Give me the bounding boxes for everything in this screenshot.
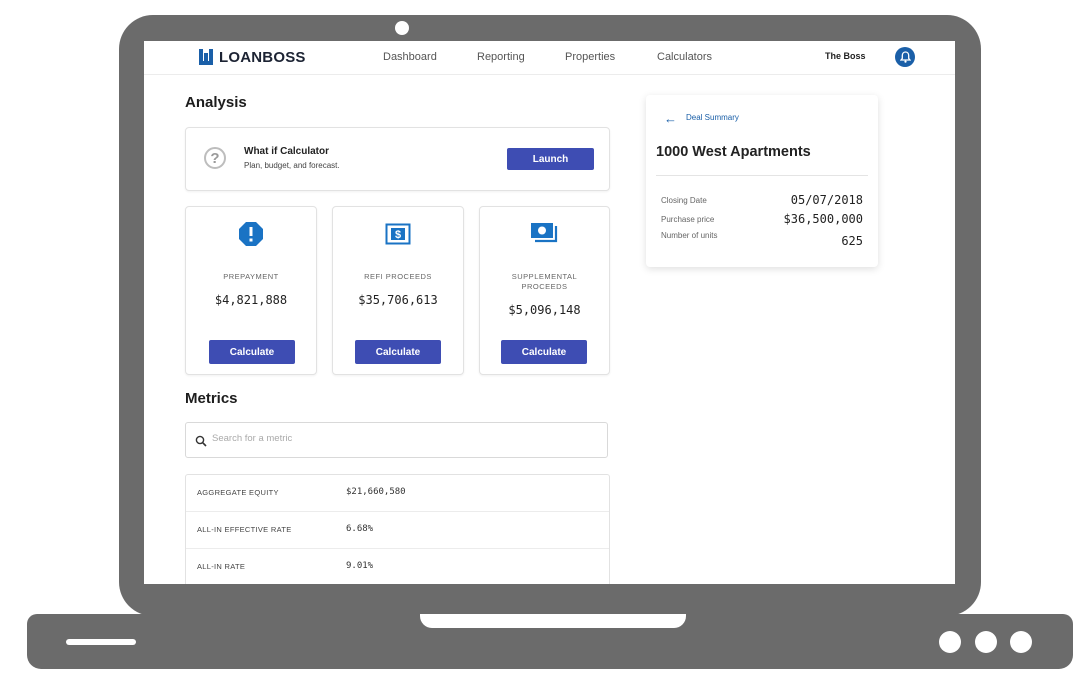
top-nav: LOANBOSS Dashboard Reporting Properties … (144, 41, 955, 75)
what-if-title: What if Calculator (244, 146, 330, 157)
prepayment-value: $4,821,888 (214, 293, 288, 307)
purchase-price-value: $36,500,000 (783, 212, 863, 226)
deal-summary-link[interactable]: Deal Summary (686, 113, 739, 122)
purchase-price-label: Purchase price (661, 215, 715, 224)
metric-search-input[interactable] (210, 432, 594, 445)
laptop-notch (420, 614, 686, 628)
what-if-calculator-card: ? What if Calculator Plan, budget, and f… (185, 127, 610, 191)
refi-proceeds-value: $35,706,613 (358, 293, 438, 307)
logo-text: LOANBOSS (219, 48, 306, 66)
prepayment-card: PREPAYMENT $4,821,888 Calculate (185, 206, 317, 375)
prepayment-calculate-button[interactable]: Calculate (209, 340, 295, 364)
back-arrow-icon[interactable]: ← (664, 111, 677, 126)
nav-link-reporting[interactable]: Reporting (477, 51, 525, 63)
prepayment-label: PREPAYMENT (223, 272, 279, 281)
bell-icon (899, 51, 911, 63)
refi-proceeds-label: REFI PROCEEDS (364, 272, 432, 281)
metric-value: 6.68% (346, 524, 374, 534)
supplemental-proceeds-label: SUPPLEMENTAL PROCEEDS (511, 272, 578, 291)
svg-text:$: $ (395, 229, 401, 241)
metric-row[interactable]: ALL-IN EFFECTIVE RATE 6.68% (186, 512, 609, 549)
laptop-indicator-light (939, 631, 961, 653)
supplemental-proceeds-calculate-button[interactable]: Calculate (501, 340, 587, 364)
metric-value: 9.01% (346, 561, 374, 571)
cash-stack-icon (530, 223, 557, 243)
supplemental-proceeds-card: SUPPLEMENTAL PROCEEDS $5,096,148 Calcula… (479, 206, 610, 375)
webcam (395, 21, 409, 35)
laptop-indicator-light (1010, 631, 1032, 653)
metric-name: ALL-IN RATE (197, 562, 246, 571)
dollar-bill-icon: $ (385, 223, 411, 245)
laptop-indicator-light (975, 631, 997, 653)
closing-date-label: Closing Date (661, 196, 707, 205)
divider (656, 175, 868, 176)
logo[interactable]: LOANBOSS (198, 48, 306, 66)
user-name[interactable]: The Boss (825, 51, 866, 61)
refi-proceeds-card: $ REFI PROCEEDS $35,706,613 Calculate (332, 206, 464, 375)
search-icon (195, 435, 207, 447)
metric-value: $21,660,580 (346, 487, 406, 497)
app-screen: LOANBOSS Dashboard Reporting Properties … (144, 41, 955, 584)
deal-summary-card: ← Deal Summary 1000 West Apartments Clos… (646, 95, 878, 267)
laptop-slot (66, 639, 136, 645)
number-of-units-label: Number of units (661, 231, 718, 240)
analysis-heading: Analysis (185, 94, 247, 111)
metric-row[interactable]: AGGREGATE EQUITY $21,660,580 (186, 475, 609, 512)
nav-link-properties[interactable]: Properties (565, 51, 615, 63)
deal-title: 1000 West Apartments (656, 144, 811, 160)
launch-button[interactable]: Launch (507, 148, 594, 170)
notification-button[interactable] (895, 47, 915, 67)
metrics-table: AGGREGATE EQUITY $21,660,580 ALL-IN EFFE… (185, 474, 610, 584)
closing-date-value: 05/07/2018 (790, 193, 863, 207)
metrics-heading: Metrics (185, 390, 238, 407)
refi-proceeds-calculate-button[interactable]: Calculate (355, 340, 441, 364)
number-of-units-value: 625 (841, 234, 863, 248)
alert-octagon-icon (239, 222, 263, 246)
logo-mark-icon (199, 49, 213, 65)
metric-name: AGGREGATE EQUITY (197, 488, 279, 497)
metric-search-box[interactable] (185, 422, 608, 458)
supplemental-proceeds-value: $5,096,148 (508, 303, 581, 317)
nav-link-dashboard[interactable]: Dashboard (383, 51, 437, 63)
nav-link-calculators[interactable]: Calculators (657, 51, 712, 63)
what-if-subtitle: Plan, budget, and forecast. (244, 161, 340, 170)
metric-name: ALL-IN EFFECTIVE RATE (197, 525, 292, 534)
question-icon: ? (204, 147, 226, 169)
metric-row[interactable]: ALL-IN RATE 9.01% (186, 549, 609, 584)
